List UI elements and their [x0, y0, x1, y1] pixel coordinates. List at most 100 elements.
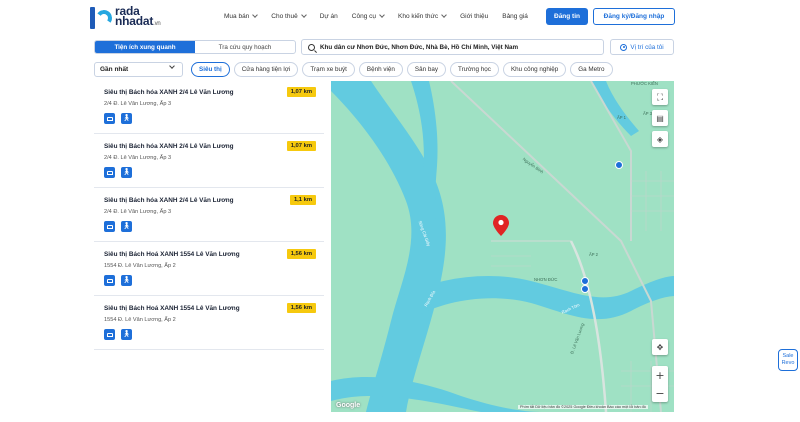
nav-cong-cu[interactable]: Công cụ — [351, 12, 385, 20]
my-location-button[interactable]: Vị trí của tôi — [610, 39, 674, 55]
chip-khu-cong-nghiep[interactable]: Khu công nghiệp — [502, 62, 567, 77]
car-icon — [106, 332, 113, 337]
car-directions-button[interactable] — [104, 167, 115, 178]
chevron-down-icon — [169, 63, 175, 69]
sale-line1: Sale — [782, 353, 794, 359]
zoom-out-button[interactable]: − — [652, 384, 668, 402]
logo-suffix: .vn — [153, 21, 161, 27]
my-location-label: Vị trí của tôi — [630, 43, 664, 51]
site-header: rada nhadat.vn Mua bán Cho thuê Dự án Cô… — [0, 0, 800, 36]
map-label-ap3: ẤP 3 — [643, 111, 653, 116]
chip-tram-xe-buyt[interactable]: Trạm xe buýt — [302, 62, 355, 77]
walking-icon: 🚶︎ — [122, 330, 131, 338]
walking-icon: 🚶︎ — [122, 222, 131, 230]
distance-badge: 1,07 km — [286, 87, 316, 97]
item-title: Siêu thị Bách Hoá XANH 1554 Lê Văn Lương — [104, 305, 240, 312]
chevron-down-icon — [441, 12, 447, 18]
sale-line2: Revo — [781, 360, 795, 366]
list-item[interactable]: Siêu thị Bách Hoá XANH 1554 Lê Văn Lương… — [94, 242, 324, 296]
walk-directions-button[interactable]: 🚶︎ — [121, 221, 132, 232]
category-chips: Siêu thị Cửa hàng tiện lợi Trạm xe buýt … — [191, 62, 617, 77]
map-label-ap1: ẤP 1 — [617, 115, 627, 120]
distance-badge: 1,1 km — [289, 195, 316, 205]
car-directions-button[interactable] — [104, 275, 115, 286]
chevron-down-icon — [300, 12, 307, 18]
car-icon — [106, 170, 113, 175]
walk-directions-button[interactable]: 🚶︎ — [121, 167, 132, 178]
layers-icon: ◈ — [656, 134, 664, 144]
camera-control-button[interactable]: ✥ — [652, 339, 668, 355]
crosshair-icon — [620, 43, 628, 51]
chip-ga-metro[interactable]: Ga Metro — [570, 62, 613, 77]
nav-kho-kien-thuc[interactable]: Kho kiến thức — [398, 12, 447, 20]
location-pin-icon — [493, 215, 509, 236]
mode-tabs: Tiện ích xung quanh Tra cứu quy hoạch — [94, 40, 296, 54]
item-title: Siêu thị Bách hóa XANH 2/4 Lê Văn Lương — [104, 197, 234, 204]
chevron-down-icon — [379, 12, 385, 18]
location-search-input[interactable]: Khu dân cư Nhơn Đức, Nhơn Đức, Nhà Bè, H… — [301, 39, 604, 55]
car-icon — [106, 278, 113, 283]
nav-bang-gia[interactable]: Bảng giá — [502, 13, 528, 20]
list-item[interactable]: Siêu thị Bách hóa XANH 2/4 Lê Văn Lương … — [94, 188, 324, 242]
sale-revo-widget[interactable]: Sale Revo — [778, 349, 798, 371]
sort-select[interactable]: Gần nhất — [94, 62, 183, 77]
item-title: Siêu thị Bách hóa XANH 2/4 Lê Văn Lương — [104, 89, 234, 96]
nav-label: Kho kiến thức — [398, 13, 439, 20]
chip-truong-hoc[interactable]: Trường học — [450, 62, 499, 77]
nav-mua-ban[interactable]: Mua bán — [224, 12, 259, 20]
map-label-nhon-duc: NHƠN ĐỨC — [534, 277, 558, 282]
results-list: Siêu thị Bách hóa XANH 2/4 Lê Văn Lương … — [94, 80, 324, 350]
tab-nearby-amenities[interactable]: Tiện ích xung quanh — [95, 41, 195, 53]
tab-planning-lookup[interactable]: Tra cứu quy hoạch — [195, 41, 295, 53]
nav-gioi-thieu[interactable]: Giới thiệu — [460, 13, 488, 20]
item-address: 2/4 Đ. Lê Văn Lương, Ấp 3 — [104, 209, 172, 215]
item-address: 2/4 Đ. Lê Văn Lương, Ấp 3 — [104, 101, 172, 107]
search-icon — [308, 43, 315, 51]
car-directions-button[interactable] — [104, 113, 115, 124]
walk-directions-button[interactable]: 🚶︎ — [121, 113, 132, 124]
chip-benh-vien[interactable]: Bệnh viện — [358, 62, 403, 77]
register-login-button[interactable]: Đăng ký/Đăng nhập — [593, 8, 675, 25]
map-view[interactable]: Sông Cái Giây Rạch Đĩa Rạch Tôm NHƠN ĐỨC… — [331, 81, 674, 412]
walking-icon: 🚶︎ — [122, 168, 131, 176]
list-item[interactable]: Siêu thị Bách hóa XANH 2/4 Lê Văn Lương … — [94, 80, 324, 134]
item-address: 2/4 Đ. Lê Văn Lương, Ấp 3 — [104, 155, 172, 161]
chevron-down-icon — [252, 12, 259, 18]
item-address: 1554 Đ. Lê Văn Lương, Ấp 2 — [104, 317, 176, 323]
chip-cua-hang-tien-loi[interactable]: Cửa hàng tiện lợi — [233, 62, 299, 77]
nav-cho-thue[interactable]: Cho thuê — [271, 12, 307, 20]
map-label-ap2: ẤP 2 — [589, 252, 599, 257]
site-logo[interactable]: rada nhadat.vn — [90, 5, 161, 29]
car-directions-button[interactable] — [104, 221, 115, 232]
chip-sieu-thi[interactable]: Siêu thị — [191, 62, 230, 77]
walking-icon: 🚶︎ — [122, 114, 131, 122]
zoom-in-button[interactable]: + — [652, 366, 668, 384]
list-item[interactable]: Siêu thị Bách hóa XANH 2/4 Lê Văn Lương … — [94, 134, 324, 188]
layers-button[interactable]: ◈ — [652, 131, 668, 147]
fullscreen-button[interactable]: ⛶ — [652, 89, 668, 105]
walk-directions-button[interactable]: 🚶︎ — [121, 329, 132, 340]
map-attribution[interactable]: Phím tắt Dữ liệu bản đồ ©2025 Google Điề… — [518, 405, 648, 409]
item-title: Siêu thị Bách hóa XANH 2/4 Lê Văn Lương — [104, 143, 234, 150]
logo-line2: nhadat — [115, 14, 154, 28]
walk-directions-button[interactable]: 🚶︎ — [121, 275, 132, 286]
chip-san-bay[interactable]: Sân bay — [406, 62, 446, 77]
nav-label: Giới thiệu — [460, 13, 489, 20]
search-value: Khu dân cư Nhơn Đức, Nhơn Đức, Nhà Bè, H… — [320, 43, 519, 51]
fullscreen-icon: ⛶ — [656, 91, 664, 102]
map-canvas — [331, 81, 674, 412]
main-nav: Mua bán Cho thuê Dự án Công cụ Kho kiến … — [224, 12, 542, 20]
move-icon: ✥ — [656, 342, 664, 352]
nav-label: Công cụ — [351, 13, 376, 20]
post-listing-button[interactable]: Đăng tin — [546, 8, 588, 25]
nav-label: Cho thuê — [271, 13, 298, 20]
car-directions-button[interactable] — [104, 329, 115, 340]
distance-badge: 1,56 km — [286, 249, 316, 259]
sort-value: Gần nhất — [100, 66, 129, 73]
list-item[interactable]: Siêu thị Bách Hoá XANH 1554 Lê Văn Lương… — [94, 296, 324, 350]
nav-du-an[interactable]: Dự án — [320, 13, 338, 20]
item-title: Siêu thị Bách Hoá XANH 1554 Lê Văn Lương — [104, 251, 240, 258]
list-toggle-button[interactable]: ▤ — [652, 110, 668, 126]
car-icon — [106, 224, 113, 229]
nav-label: Bảng giá — [502, 13, 528, 20]
